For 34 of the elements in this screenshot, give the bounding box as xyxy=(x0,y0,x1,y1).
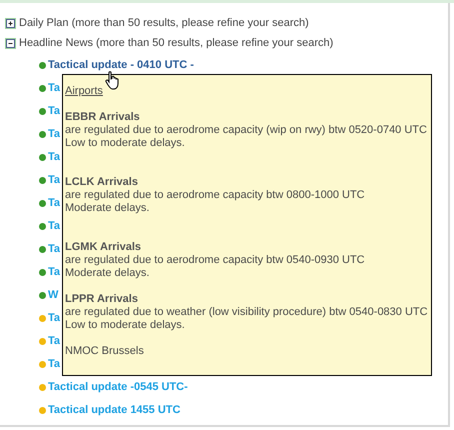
news-link[interactable]: Ta xyxy=(48,242,60,256)
news-link[interactable]: Ta xyxy=(48,265,60,279)
airport-title: LGMK Arrivals xyxy=(65,241,142,254)
regulation-text: Moderate delays. xyxy=(65,202,150,215)
news-link[interactable]: Ta xyxy=(48,104,60,118)
regulation-text: Low to moderate delays. xyxy=(65,319,185,332)
news-link[interactable]: Ta xyxy=(48,81,60,95)
regulation-text: Low to moderate delays. xyxy=(65,137,185,150)
collapse-icon[interactable] xyxy=(5,38,16,48)
news-link[interactable]: Tactical update -0545 UTC- xyxy=(48,380,188,394)
regulation-text: Moderate delays. xyxy=(65,267,150,280)
tooltip-footer: NMOC Brussels xyxy=(65,345,144,358)
airport-title: LPPR Arrivals xyxy=(65,293,138,306)
news-link[interactable]: Tactical update 1455 UTC xyxy=(48,403,180,417)
airport-title: LCLK Arrivals xyxy=(65,176,138,189)
tooltip-heading[interactable]: Airports xyxy=(65,85,103,98)
news-link[interactable]: W xyxy=(48,288,58,302)
news-link[interactable]: Tactical update - 0410 UTC - xyxy=(48,58,194,72)
airport-title: EBBR Arrivals xyxy=(65,111,140,124)
section-label[interactable]: Headline News (more than 50 results, please refine your search) xyxy=(19,34,334,52)
regulation-text: are regulated due to weather (low visibility procedure) btw 0540-0830 UTC xyxy=(65,306,428,319)
news-link[interactable]: Ta xyxy=(48,173,60,187)
regulation-text: are regulated due to aerodrome capacity btw 0540-0930 UTC xyxy=(65,254,365,267)
news-link[interactable]: Ta xyxy=(48,196,60,210)
news-link[interactable]: Ta xyxy=(48,334,60,348)
news-link[interactable]: Ta xyxy=(48,311,60,325)
section-label[interactable]: Daily Plan (more than 50 results, please refine your search) xyxy=(19,14,309,32)
news-link[interactable]: Ta xyxy=(48,357,60,371)
news-link[interactable]: Ta xyxy=(48,219,60,233)
expand-icon[interactable] xyxy=(5,18,16,28)
news-link[interactable]: Ta xyxy=(48,127,60,141)
regulation-text: are regulated due to aerodrome capacity (wip on rwy) btw 0520-0740 UTC xyxy=(65,124,427,137)
news-link[interactable]: Ta xyxy=(48,150,60,164)
regulation-text: are regulated due to aerodrome capacity btw 0800-1000 UTC xyxy=(65,189,365,202)
